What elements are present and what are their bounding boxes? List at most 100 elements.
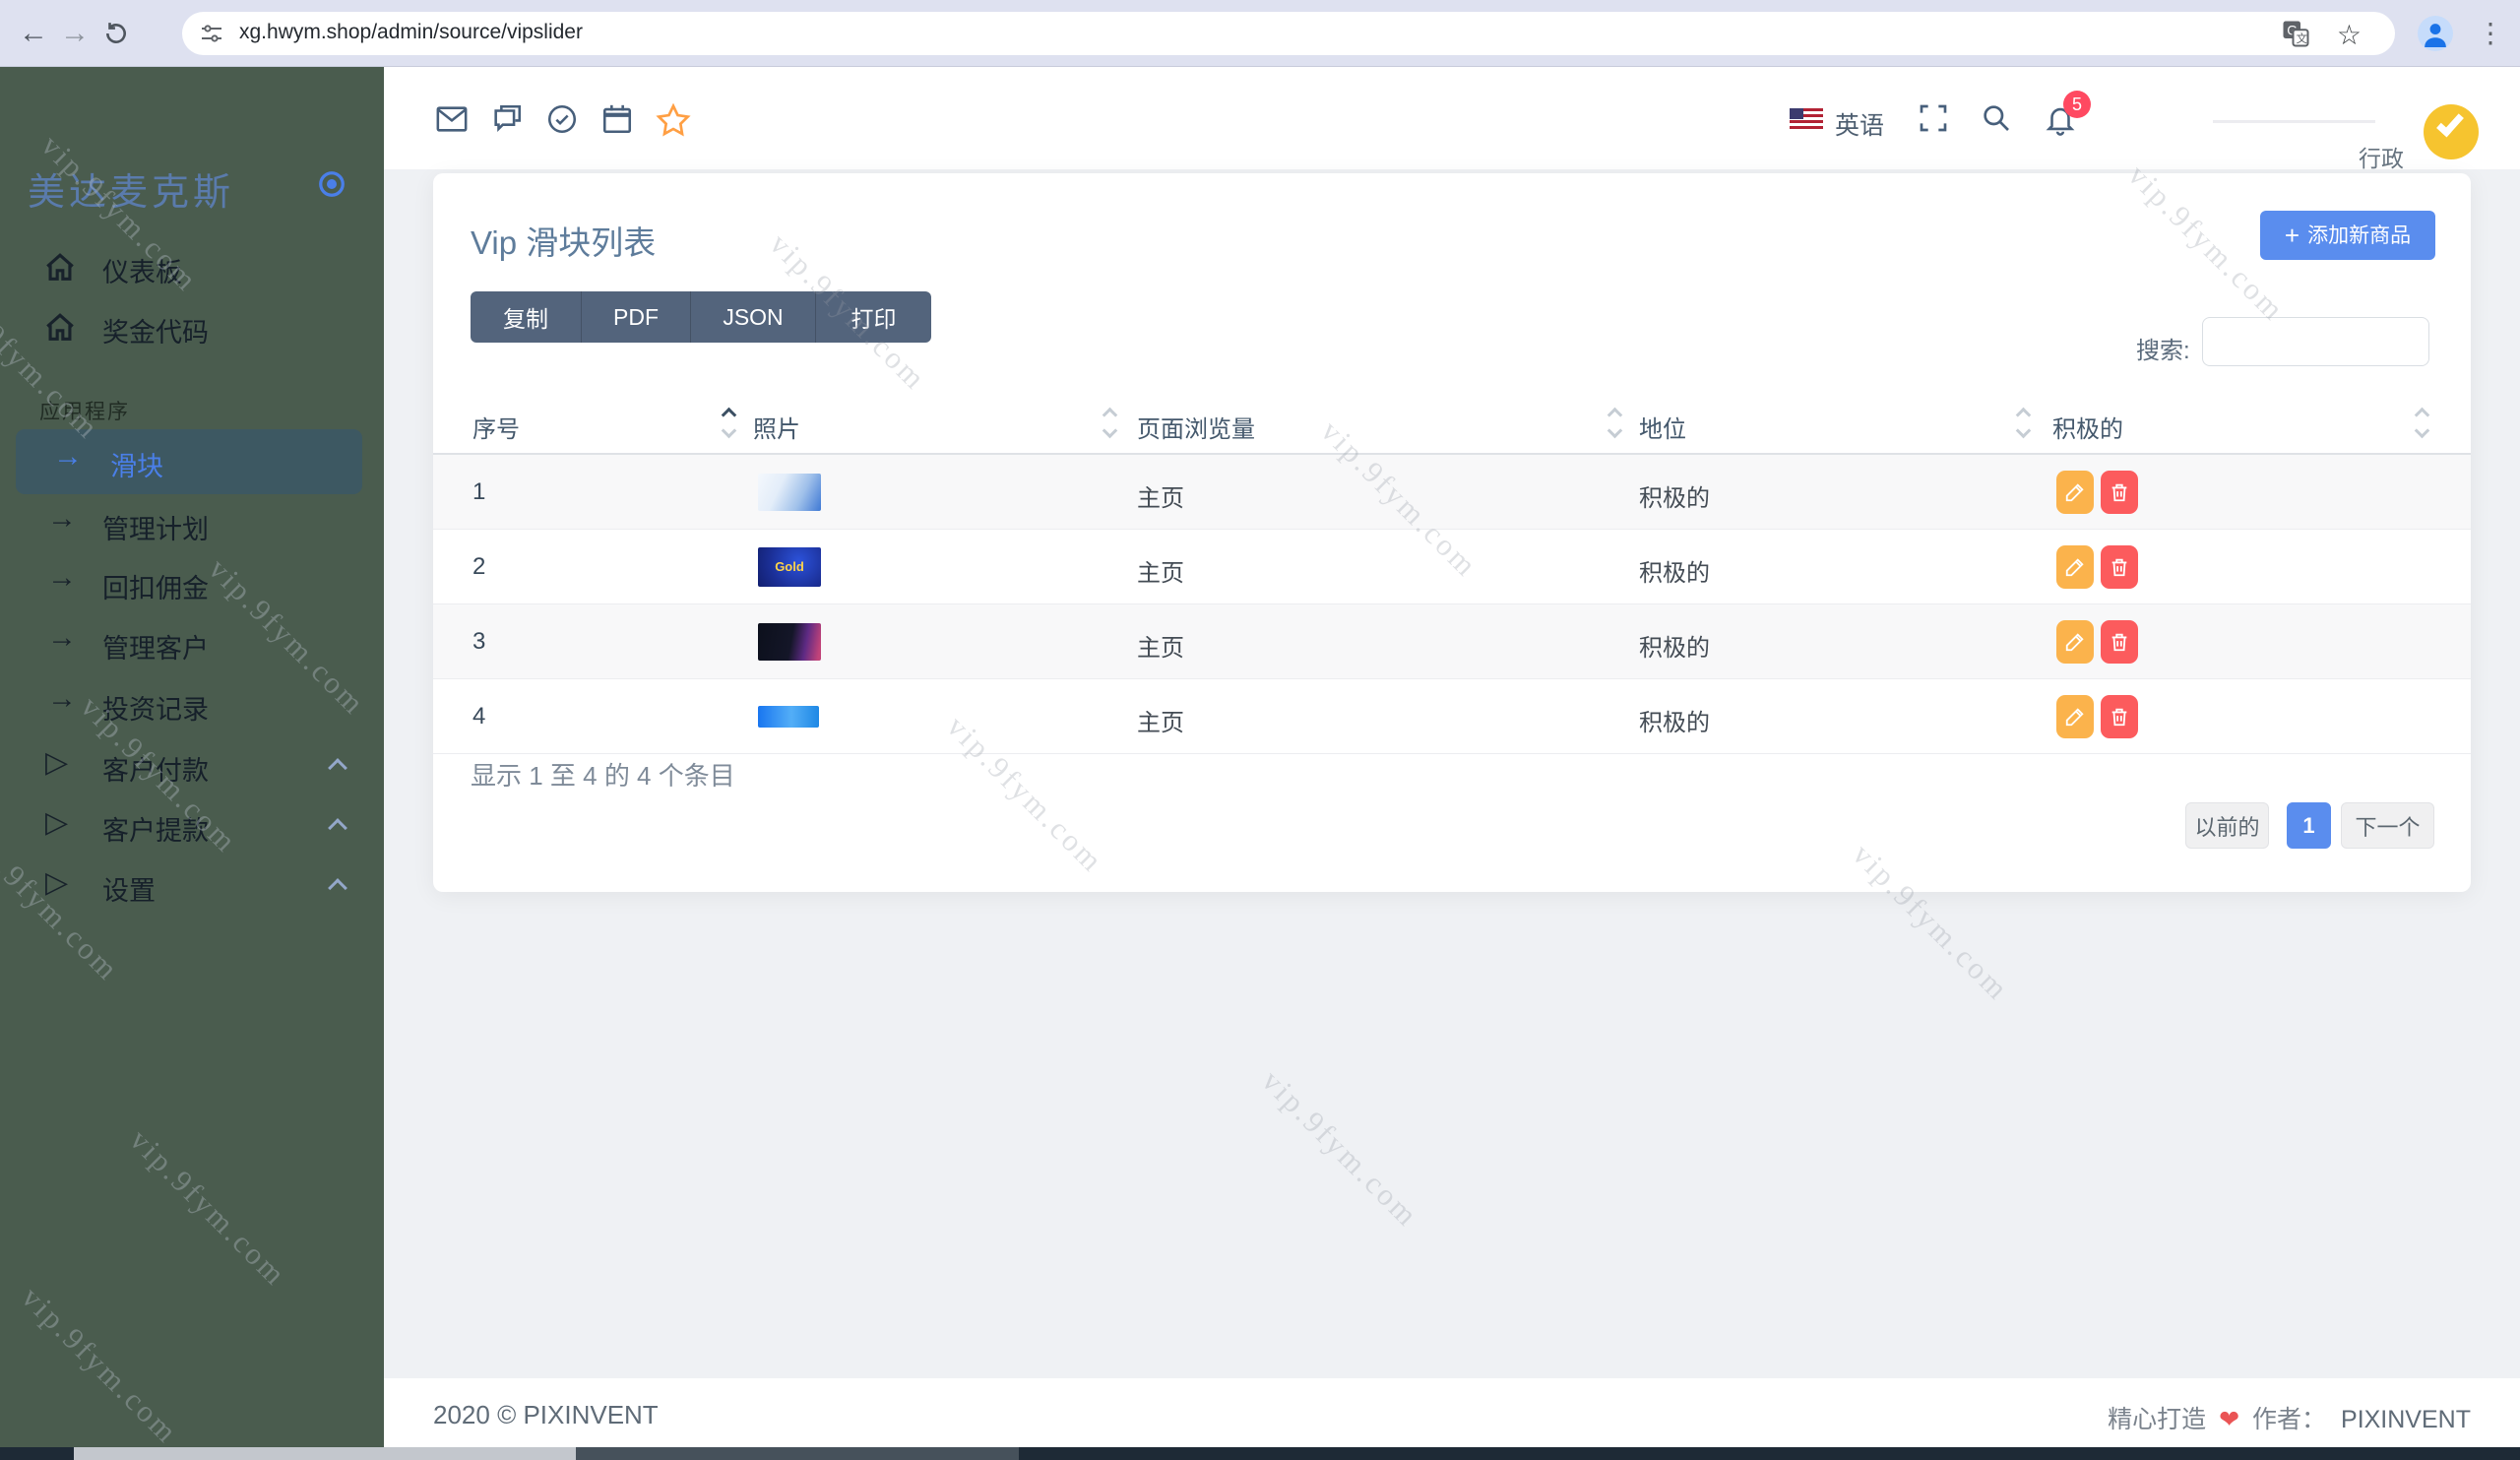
sidebar-item-settings[interactable]: ▷ 设置 bbox=[0, 857, 384, 915]
us-flag-icon[interactable] bbox=[1790, 108, 1823, 130]
row-status: 积极的 bbox=[1639, 635, 1710, 662]
print-button[interactable]: 打印 bbox=[816, 291, 931, 343]
sidebar-item-dashboard[interactable]: 仪表板 bbox=[0, 239, 384, 296]
photo-thumbnail[interactable] bbox=[758, 706, 819, 728]
calendar-icon[interactable] bbox=[600, 102, 634, 136]
home-icon bbox=[43, 251, 77, 289]
col-header-active[interactable]: 积极的 bbox=[2052, 410, 2123, 444]
photo-thumbnail[interactable]: Gold bbox=[758, 547, 821, 587]
favorite-star-icon[interactable] bbox=[656, 102, 691, 137]
delete-button[interactable] bbox=[2101, 620, 2138, 664]
photo-thumbnail[interactable] bbox=[758, 474, 821, 511]
sidebar-item-slider-active[interactable]: → 滑块 bbox=[16, 429, 362, 494]
col-header-pageviews[interactable]: 页面浏览量 bbox=[1137, 410, 1255, 444]
pagination-previous-button[interactable]: 以前的 bbox=[2185, 802, 2269, 849]
bookmark-star-icon[interactable]: ☆ bbox=[2337, 19, 2362, 51]
user-avatar[interactable] bbox=[2424, 104, 2479, 159]
sidebar-toggle-icon[interactable] bbox=[317, 169, 346, 204]
user-role-label: 行政 bbox=[2359, 146, 2404, 171]
delete-button[interactable] bbox=[2101, 545, 2138, 589]
svg-text:文: 文 bbox=[2297, 32, 2307, 45]
row-pageview: 主页 bbox=[1137, 635, 1184, 662]
edit-button[interactable] bbox=[2056, 620, 2094, 664]
delete-button[interactable] bbox=[2101, 471, 2138, 514]
sidebar-item-manage-customers[interactable]: → 管理客户 bbox=[0, 615, 384, 672]
bottom-taskbar bbox=[0, 1447, 2520, 1460]
photo-thumbnail[interactable] bbox=[758, 623, 821, 661]
col-header-photo[interactable]: 照片 bbox=[753, 410, 800, 444]
fullscreen-icon[interactable] bbox=[1918, 102, 1951, 136]
pdf-button[interactable]: PDF bbox=[582, 291, 691, 343]
search-label: 搜索: bbox=[2136, 338, 2190, 364]
col-header-status[interactable]: 地位 bbox=[1639, 410, 1686, 444]
table-search-input[interactable] bbox=[2202, 317, 2429, 366]
site-settings-icon[interactable] bbox=[200, 22, 223, 50]
pagination-page-1[interactable]: 1 bbox=[2287, 802, 2331, 849]
col-header-index[interactable]: 序号 bbox=[472, 410, 520, 444]
sort-icons[interactable] bbox=[1102, 407, 1120, 443]
check-circle-icon[interactable] bbox=[545, 102, 579, 136]
edit-button[interactable] bbox=[2056, 695, 2094, 738]
translate-icon[interactable]: G文 bbox=[2281, 19, 2310, 53]
sidebar-item-label: 客户付款 bbox=[102, 756, 209, 786]
sidebar-item-label: 投资记录 bbox=[102, 695, 209, 725]
arrow-right-icon: → bbox=[47, 561, 77, 594]
sidebar-item-investment-records[interactable]: → 投资记录 bbox=[0, 676, 384, 733]
taskbar-segment bbox=[576, 1447, 1019, 1460]
sidebar-item-manage-plans[interactable]: → 管理计划 bbox=[0, 496, 384, 553]
row-status: 积极的 bbox=[1639, 485, 1710, 512]
browser-reload-icon[interactable] bbox=[96, 14, 136, 53]
triangle-icon: ▷ bbox=[45, 746, 69, 779]
page-title: Vip 滑块列表 bbox=[471, 224, 657, 261]
sidebar-item-rebate-commission[interactable]: → 回扣佣金 bbox=[0, 555, 384, 612]
json-button[interactable]: JSON bbox=[691, 291, 816, 343]
table-row: 4 主页 积极的 bbox=[433, 679, 2471, 754]
add-new-item-button[interactable]: + 添加新商品 bbox=[2260, 211, 2435, 260]
browser-back-icon[interactable]: ← bbox=[14, 14, 53, 53]
delete-button[interactable] bbox=[2101, 695, 2138, 738]
plus-icon: + bbox=[2284, 221, 2300, 250]
sort-icons[interactable] bbox=[2414, 407, 2432, 443]
copyright-text: 2020 © PIXINVENT bbox=[433, 1400, 659, 1429]
app-logo[interactable]: 美达麦克斯 bbox=[28, 161, 234, 216]
url-text[interactable]: xg.hwym.shop/admin/source/vipslider bbox=[239, 21, 583, 44]
search-icon[interactable] bbox=[1981, 102, 2014, 136]
language-selector[interactable]: 英语 bbox=[1835, 106, 1884, 142]
table-header: 序号 照片 页面浏览量 地位 积极的 bbox=[433, 394, 2471, 455]
sort-icons[interactable] bbox=[2015, 407, 2034, 443]
sidebar-item-label: 管理客户 bbox=[102, 634, 209, 664]
sidebar-item-customer-payments[interactable]: ▷ 客户付款 bbox=[0, 737, 384, 794]
chat-icon[interactable] bbox=[490, 102, 524, 136]
footer-author-brand[interactable]: PIXINVENT bbox=[2341, 1406, 2471, 1433]
sort-icons[interactable] bbox=[721, 407, 739, 443]
sidebar-section-apps: 应用程序 bbox=[39, 401, 130, 423]
taskbar-segment bbox=[74, 1447, 576, 1460]
arrow-right-icon: → bbox=[47, 502, 77, 535]
copy-button[interactable]: 复制 bbox=[471, 291, 582, 343]
sidebar-item-label: 奖金代码 bbox=[102, 318, 209, 348]
row-pageview: 主页 bbox=[1137, 485, 1184, 512]
arrow-right-icon: → bbox=[47, 682, 77, 715]
browser-toolbar: ← → xg.hwym.shop/admin/source/vipslider … bbox=[0, 0, 2520, 67]
browser-address-bar[interactable]: xg.hwym.shop/admin/source/vipslider G文 ☆ bbox=[182, 12, 2395, 55]
mail-icon[interactable] bbox=[435, 102, 469, 136]
browser-forward-icon[interactable]: → bbox=[55, 14, 94, 53]
home-icon bbox=[43, 311, 77, 349]
pagination-next-button[interactable]: 下一个 bbox=[2341, 802, 2434, 849]
browser-menu-icon[interactable]: ⋮ bbox=[2477, 14, 2504, 53]
edit-button[interactable] bbox=[2056, 545, 2094, 589]
table-row: 1 主页 积极的 bbox=[433, 455, 2471, 530]
table-info-text: 显示 1 至 4 的 4 个条目 bbox=[471, 761, 735, 791]
edit-button[interactable] bbox=[2056, 471, 2094, 514]
sidebar-item-customer-withdrawals[interactable]: ▷ 客户提款 bbox=[0, 797, 384, 855]
check-icon bbox=[2436, 108, 2464, 138]
browser-profile-avatar[interactable] bbox=[2418, 16, 2453, 51]
triangle-icon: ▷ bbox=[45, 806, 69, 839]
row-index: 4 bbox=[472, 703, 486, 730]
row-status: 积极的 bbox=[1639, 710, 1710, 736]
sidebar-item-bonus-code[interactable]: 奖金代码 bbox=[0, 299, 384, 356]
add-new-item-label: 添加新商品 bbox=[2307, 224, 2412, 247]
footer-author-label: 作者： bbox=[2252, 1406, 2327, 1433]
sidebar-item-label: 管理计划 bbox=[102, 515, 209, 544]
sort-icons[interactable] bbox=[1606, 407, 1625, 443]
